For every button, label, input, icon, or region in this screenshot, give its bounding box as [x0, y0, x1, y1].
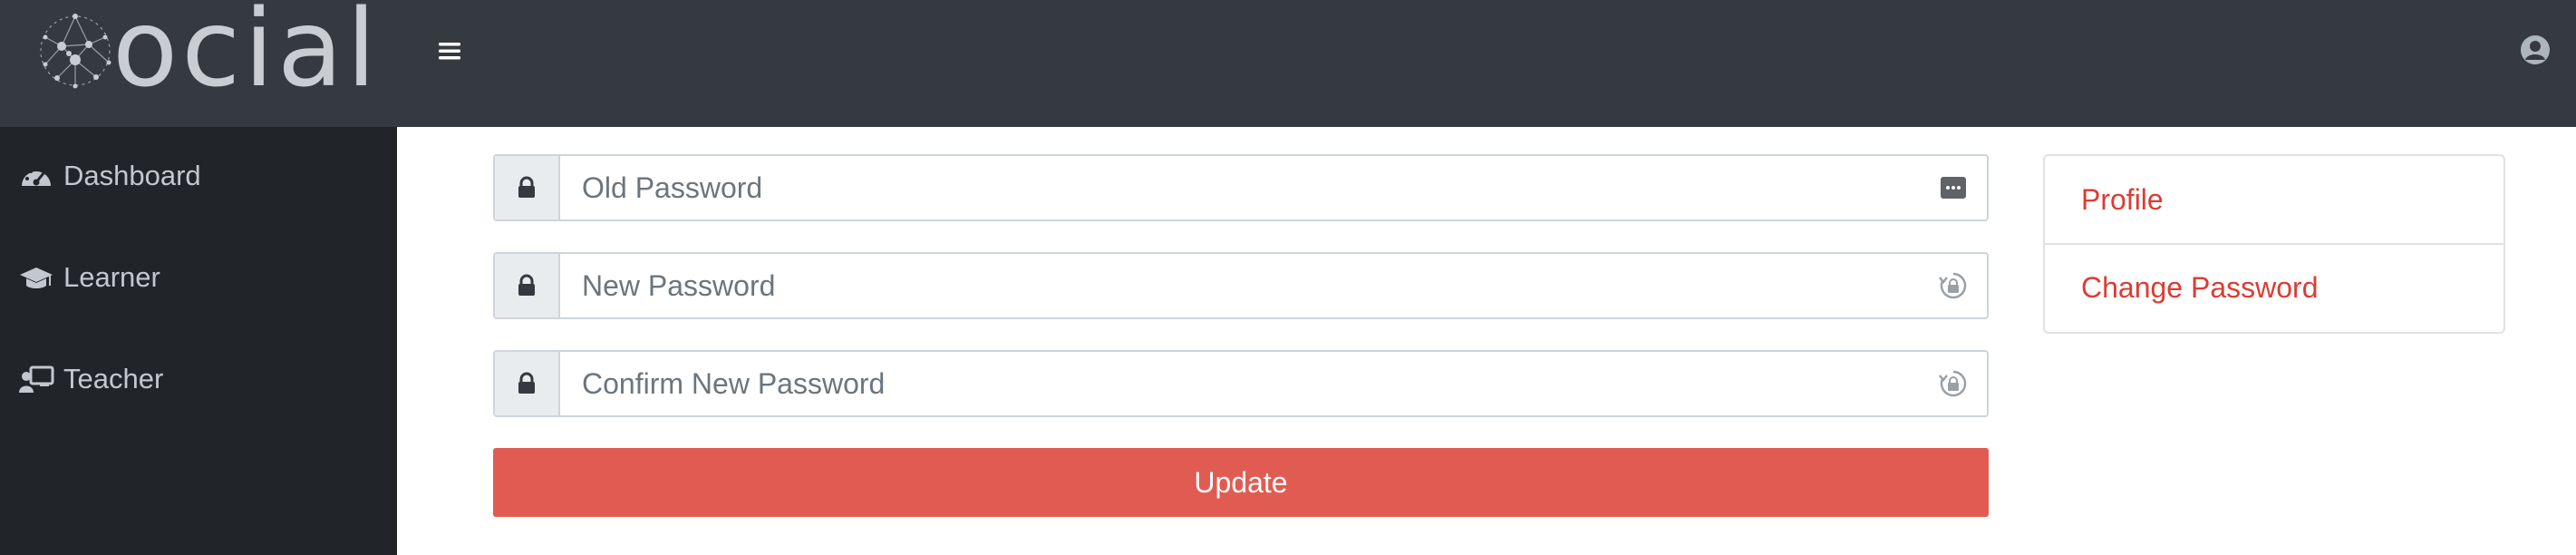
generate-password-trigger[interactable] — [1920, 254, 1987, 317]
lock-addon — [495, 156, 560, 219]
sidebar-item-label: Learner — [63, 261, 160, 293]
old-password-field — [493, 154, 1989, 221]
settings-menu: Profile Change Password — [2043, 154, 2505, 334]
sidebar-item-dashboard[interactable]: Dashboard — [18, 149, 201, 203]
update-button[interactable]: Update — [493, 448, 1989, 517]
new-password-input[interactable] — [560, 254, 1920, 317]
menu-item-change-password[interactable]: Change Password — [2045, 243, 2503, 330]
sidebar-item-learner[interactable]: Learner — [18, 250, 160, 305]
brand-name: ocial — [112, 0, 380, 111]
sidebar-item-label: Dashboard — [63, 160, 201, 191]
hamburger-menu-icon[interactable] — [437, 38, 462, 63]
key-refresh-icon — [1939, 370, 1967, 397]
graduation-cap-icon — [20, 268, 53, 288]
chalkboard-teacher-icon — [19, 365, 54, 393]
sidebar-item-label: Teacher — [63, 363, 164, 394]
top-navbar: ocial — [0, 0, 2576, 127]
password-dots-icon — [1941, 177, 1966, 199]
old-password-input[interactable] — [560, 156, 1920, 219]
menu-item-profile[interactable]: Profile — [2045, 156, 2503, 243]
network-logo-icon — [40, 14, 111, 89]
brand-logo[interactable]: ocial — [34, 0, 380, 111]
lock-icon — [518, 274, 535, 296]
sidebar-item-teacher[interactable]: Teacher — [18, 352, 163, 406]
key-refresh-icon — [1939, 272, 1967, 299]
dashboard-gauge-icon — [22, 167, 51, 186]
confirm-password-field — [493, 350, 1989, 417]
generate-password-trigger[interactable] — [1920, 352, 1987, 415]
lock-icon — [518, 372, 535, 394]
password-manager-trigger[interactable] — [1920, 156, 1987, 219]
lock-addon — [495, 254, 560, 317]
new-password-field — [493, 252, 1989, 319]
lock-addon — [495, 352, 560, 415]
user-account-icon[interactable] — [2520, 34, 2551, 65]
lock-icon — [518, 176, 535, 198]
confirm-password-input[interactable] — [560, 352, 1920, 415]
